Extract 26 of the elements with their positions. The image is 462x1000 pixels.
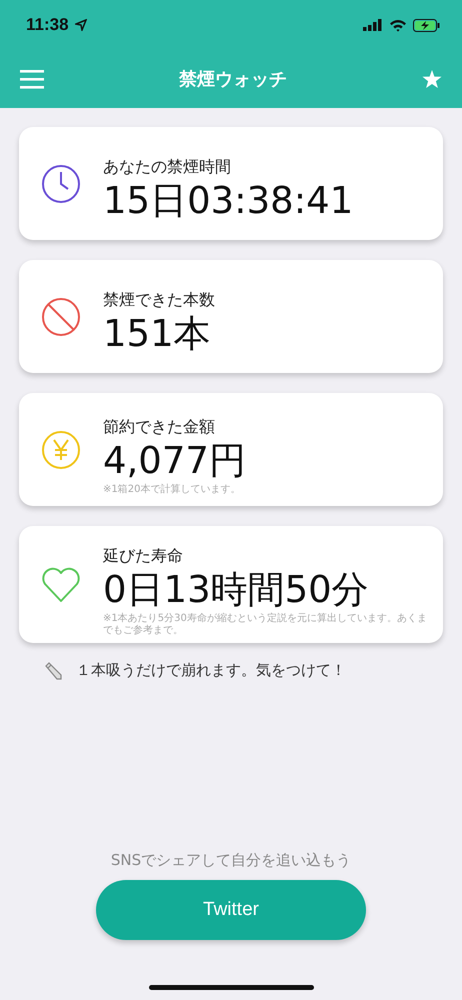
- stat-value: 151本: [103, 310, 212, 357]
- wifi-icon: [389, 18, 407, 32]
- share-caption: SNSでシェアして自分を追い込もう: [110, 851, 352, 870]
- stat-value: 15日03:38:41: [103, 178, 354, 224]
- stat-value: 4,077円: [103, 438, 247, 484]
- clock-icon: [41, 164, 81, 204]
- footnote: ※1本あたり5分30寿命が縮むという定説を元に算出しています。あくまでもご参考まで。: [103, 613, 428, 638]
- heart-icon: [41, 566, 81, 603]
- prohibited-icon: [41, 296, 81, 336]
- tip-text: １本吸うだけで崩れます。気をつけて！: [76, 661, 346, 680]
- status-time: 11:38: [26, 15, 69, 35]
- footnote: ※1箱20本で計算しています。: [103, 484, 242, 496]
- stat-label: 禁煙できた本数: [103, 290, 216, 311]
- menu-button[interactable]: [20, 69, 44, 89]
- signal-icon: [363, 19, 383, 31]
- yen-coin-icon: [41, 430, 81, 470]
- app-title: 禁煙ウォッチ: [179, 68, 287, 91]
- stat-value: 0日13時間50分: [103, 567, 370, 612]
- stat-label: 節約できた金額: [103, 416, 216, 438]
- location-icon: [74, 19, 87, 31]
- stat-label: 延びた寿命: [103, 546, 184, 567]
- stat-label: あなたの禁煙時間: [103, 156, 232, 178]
- pencil-icon: [44, 662, 62, 680]
- twitter-button[interactable]: Twitter: [96, 880, 366, 940]
- favorite-button[interactable]: [422, 70, 442, 88]
- battery-icon: [413, 18, 440, 32]
